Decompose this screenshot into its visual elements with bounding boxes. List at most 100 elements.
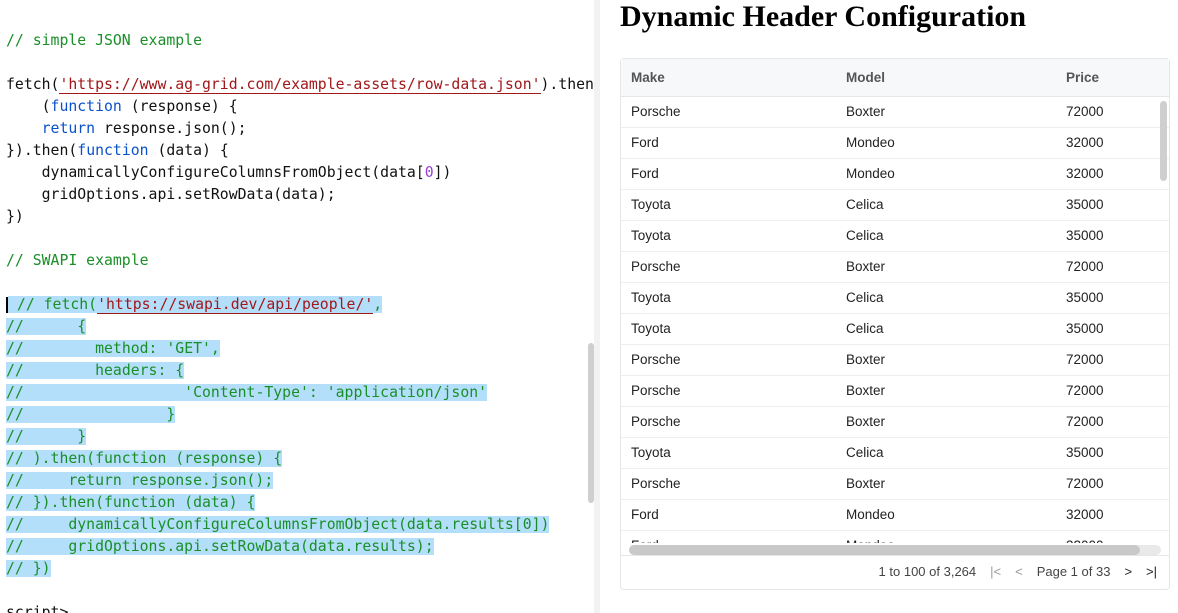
code-text — [6, 120, 42, 137]
code-selection: // } — [6, 406, 175, 423]
cell-make: Porsche — [621, 376, 836, 406]
table-row[interactable]: PorscheBoxter72000 — [621, 407, 1169, 438]
code-selection: { — [166, 362, 184, 379]
code-text: dynamicallyConfigureColumnsFromObject(da… — [6, 164, 425, 181]
cell-make: Porsche — [621, 345, 836, 375]
code-selection: 'https://swapi.dev/api/people/' — [97, 296, 373, 314]
cell-model: Boxter — [836, 97, 1056, 127]
code-selection: // { — [6, 318, 86, 335]
column-header-make[interactable]: Make — [621, 59, 836, 96]
cell-make: Toyota — [621, 190, 836, 220]
code-selection: 'Content-Type' — [184, 384, 309, 401]
cell-make: Toyota — [621, 221, 836, 251]
code-text: ( — [6, 98, 51, 115]
cell-price: 72000 — [1056, 345, 1169, 375]
grid-vertical-scrollbar-thumb[interactable] — [1160, 101, 1167, 181]
table-row[interactable]: FordMondeo32000 — [621, 159, 1169, 190]
table-row[interactable]: FordMondeo32000 — [621, 500, 1169, 531]
code-text: (data) { — [149, 142, 229, 159]
code-text: script> — [6, 604, 68, 613]
table-row[interactable]: FordMondeo32000 — [621, 531, 1169, 543]
table-row[interactable]: ToyotaCelica35000 — [621, 221, 1169, 252]
code-selection: // gridOptions.api.setRowData(data.resul… — [6, 538, 434, 555]
cell-make: Ford — [621, 128, 836, 158]
table-row[interactable]: PorscheBoxter72000 — [621, 345, 1169, 376]
cell-price: 32000 — [1056, 531, 1169, 543]
table-row[interactable]: ToyotaCelica35000 — [621, 283, 1169, 314]
code-selection: : — [309, 384, 327, 401]
grid-horizontal-scrollbar-track[interactable] — [629, 545, 1161, 555]
pager-last-button[interactable]: >| — [1146, 564, 1157, 579]
preview-pane: Dynamic Header Configuration Make Model … — [600, 0, 1178, 613]
table-row[interactable]: PorscheBoxter72000 — [621, 252, 1169, 283]
cell-model: Boxter — [836, 252, 1056, 282]
cell-make: Ford — [621, 531, 836, 543]
code-selection: // }).then(function (data) { — [6, 494, 255, 511]
code-text: ]) — [434, 164, 452, 181]
cell-price: 72000 — [1056, 376, 1169, 406]
table-row[interactable]: ToyotaCelica35000 — [621, 438, 1169, 469]
cell-price: 35000 — [1056, 314, 1169, 344]
code-selection: // ).then(function (response) { — [6, 450, 282, 467]
grid-header-row: Make Model Price — [621, 59, 1169, 97]
table-row[interactable]: ToyotaCelica35000 — [621, 314, 1169, 345]
code-keyword: return — [42, 120, 95, 137]
data-grid[interactable]: Make Model Price PorscheBoxter72000FordM… — [620, 58, 1170, 590]
cell-price: 35000 — [1056, 190, 1169, 220]
code-keyword: function — [77, 142, 148, 159]
page-title: Dynamic Header Configuration — [620, 0, 1170, 34]
code-selection: // dynamicallyConfigureColumnsFromObject… — [6, 516, 549, 533]
cell-model: Celica — [836, 190, 1056, 220]
cell-make: Toyota — [621, 438, 836, 468]
table-row[interactable]: ToyotaCelica35000 — [621, 190, 1169, 221]
cell-make: Ford — [621, 159, 836, 189]
code-text: response.json(); — [95, 120, 246, 137]
code-selection: 'GET' — [166, 340, 211, 357]
table-row[interactable]: PorscheBoxter72000 — [621, 376, 1169, 407]
code-text: (response) { — [122, 98, 238, 115]
table-row[interactable]: PorscheBoxter72000 — [621, 469, 1169, 500]
code-selection: 'application/json' — [327, 384, 487, 401]
code-comment: // simple JSON example — [6, 32, 202, 49]
code-keyword: function — [51, 98, 122, 115]
code-selection: // } — [6, 428, 86, 445]
code-selection: // — [6, 362, 95, 379]
grid-pager: 1 to 100 of 3,264 |< < Page 1 of 33 > >| — [621, 555, 1169, 589]
cell-price: 35000 — [1056, 438, 1169, 468]
cell-price: 72000 — [1056, 469, 1169, 499]
table-row[interactable]: PorscheBoxter72000 — [621, 97, 1169, 128]
cell-make: Toyota — [621, 314, 836, 344]
cell-price: 72000 — [1056, 252, 1169, 282]
cell-price: 32000 — [1056, 500, 1169, 530]
cell-price: 72000 — [1056, 407, 1169, 437]
code-selection: // return response.json(); — [6, 472, 273, 489]
pager-first-button[interactable]: |< — [990, 564, 1001, 579]
code-selection: // — [6, 340, 95, 357]
code-selection: // fetch( — [8, 296, 97, 313]
code-selection: , — [373, 296, 382, 313]
code-selection: // — [6, 384, 184, 401]
cell-make: Toyota — [621, 283, 836, 313]
code-number: 0 — [425, 164, 434, 181]
cell-model: Celica — [836, 283, 1056, 313]
cell-price: 72000 — [1056, 97, 1169, 127]
pager-prev-button[interactable]: < — [1015, 564, 1023, 579]
code-editor-pane[interactable]: // simple JSON example fetch('https://ww… — [0, 0, 600, 613]
grid-horizontal-scrollbar-thumb[interactable] — [629, 545, 1140, 555]
column-header-model[interactable]: Model — [836, 59, 1056, 96]
cell-make: Ford — [621, 500, 836, 530]
grid-body[interactable]: PorscheBoxter72000FordMondeo32000FordMon… — [621, 97, 1169, 543]
pager-next-button[interactable]: > — [1124, 564, 1132, 579]
table-row[interactable]: FordMondeo32000 — [621, 128, 1169, 159]
cell-model: Celica — [836, 438, 1056, 468]
cell-make: Porsche — [621, 252, 836, 282]
cell-model: Mondeo — [836, 128, 1056, 158]
editor-scrollbar-thumb[interactable] — [588, 343, 594, 503]
cell-model: Boxter — [836, 407, 1056, 437]
cell-make: Porsche — [621, 97, 836, 127]
cell-model: Boxter — [836, 376, 1056, 406]
code-selection: // }) — [6, 560, 51, 577]
column-header-price[interactable]: Price — [1056, 59, 1169, 96]
code-text: fetch( — [6, 76, 59, 93]
cell-make: Porsche — [621, 407, 836, 437]
